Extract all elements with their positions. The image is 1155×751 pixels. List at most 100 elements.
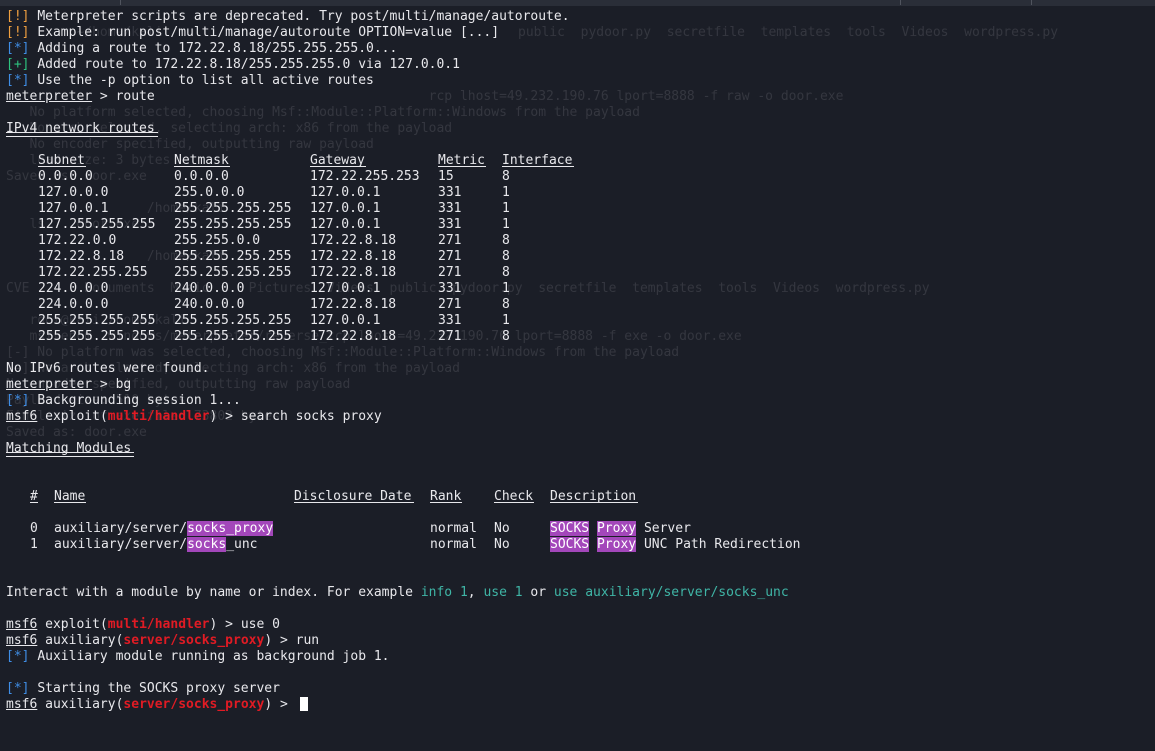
paren: ( [99,617,108,632]
section-title: IPv4 network routes [6,121,1146,137]
table-cell: 127.255.255.255 [38,217,156,232]
hint-command: info 1 [420,585,468,600]
tab-segment[interactable] [901,0,1032,5]
command-line: msf6 exploit(multi/handler) > search soc… [6,409,1146,425]
table-cell: 172.22.255.253 [310,169,420,184]
hint-text: , [467,585,484,600]
table-cell: 271 [438,297,462,312]
table-cell: 8 [502,233,510,248]
description-match: Proxy [596,537,637,552]
table-row: 172.22.255.255 255.255.255.255 172.22.8.18… [6,265,1146,281]
status-text: Auxiliary module running as background j… [37,649,390,664]
status-tag: [!] [6,25,30,40]
status-text: Backgrounding session 1... [37,393,241,408]
table-row: 255.255.255.255 255.255.255.255 172.22.8.1… [6,329,1146,345]
module-number: 0 [30,521,38,536]
table-row: 224.0.0.0 240.0.0.0 172.22.8.18 271 8 [6,297,1146,313]
table-cell: 172.22.8.18 [310,233,397,248]
table-row: 172.22.8.18 255.255.255.255 172.22.8.18 271… [6,249,1146,265]
header-underline [502,166,574,167]
table-cell: 255.255.0.0 [174,233,261,248]
status-text: Use the -p option to list all active rou… [37,73,374,88]
status-line: [*] Backgrounding session 1... [6,393,1146,409]
table-cell: 127.0.0.1 [310,201,381,216]
table-cell: 127.0.0.1 [310,313,381,328]
table-cell: 1 [502,313,510,328]
command-line: meterpreter > bg [6,377,1146,393]
text-cursor[interactable] [299,697,308,711]
description-text: UNC Path Redirection [643,537,801,552]
tab-segment[interactable] [610,0,901,5]
status-tag: [*] [6,73,30,88]
module-name-prefix: auxiliary/server/ [54,521,188,536]
active-prompt-line: msf6 auxiliary(server/socks_proxy) > [6,697,1146,713]
tab-segment[interactable] [0,0,121,5]
table-cell: 331 [438,217,462,232]
module-name-match: socks [187,537,227,552]
header-underline [438,166,486,167]
command-line: msf6 auxiliary(server/socks_proxy) > run [6,633,1146,649]
module-row: 0 auxiliary/server/socks_proxy normal No SOC… [6,521,1146,537]
table-cell: 331 [438,281,462,296]
status-line: [*] Use the -p option to list all active… [6,73,1146,89]
prompt-module: server/socks_proxy [123,633,265,648]
table-row: 0.0.0.0 0.0.0.0 172.22.255.253 15 8 [6,169,1146,185]
table-cell: 127.0.0.1 [310,281,381,296]
table-cell: 255.255.255.255 [174,329,292,344]
table-cell: 1 [502,281,510,296]
table-cell: 331 [438,185,462,200]
table-header: # Name Disclosure Date Rank Check Description [6,489,1146,505]
status-text: Example: run post/multi/manage/autoroute… [37,25,500,40]
table-cell: 15 [438,169,454,184]
table-cell: 255.255.255.255 [174,313,292,328]
module-name: auxiliary/server/socks_proxy [54,521,274,537]
command-text: bg [115,377,132,392]
table-cell: 1 [502,217,510,232]
msf-prompt: msf6 [6,633,38,648]
module-check: No [494,537,510,552]
window-top-strip [0,0,1155,6]
table-cell: 127.0.0.1 [310,217,381,232]
description-text: Server [643,521,691,536]
table-cell: 255.0.0.0 [174,185,245,200]
status-tag: [!] [6,9,30,24]
table-cell: 1 [502,201,510,216]
status-line: [!] Meterpreter scripts are deprecated. … [6,9,1146,25]
table-cell: 127.0.0.1 [38,201,109,216]
status-line: [!] Example: run post/multi/manage/autor… [6,25,1146,41]
prompt-module: multi/handler [107,617,210,632]
paren: ) [264,697,273,712]
status-text: Adding a route to 172.22.8.18/255.255.25… [37,41,398,56]
hint-text: or [522,585,554,600]
command-text: use 0 [240,617,280,632]
section-title: Matching Modules [6,441,1146,457]
status-line: [*] Auxiliary module running as backgrou… [6,649,1146,665]
table-row: 127.255.255.255 255.255.255.255 127.0.0.1 3… [6,217,1146,233]
hint-line: Interact with a module by name or index.… [6,585,1146,601]
table-cell: 224.0.0.0 [38,281,109,296]
table-cell: 271 [438,249,462,264]
table-cell: 0.0.0.0 [38,169,93,184]
table-cell: 172.22.8.18 [310,329,397,344]
table-row: 172.22.0.0 255.255.0.0 172.22.8.18 271 8 [6,233,1146,249]
description-match: Proxy [596,521,637,536]
prompt-separator: > [92,89,116,104]
command-line: msf6 exploit(multi/handler) > use 0 [6,617,1146,633]
status-tag: [*] [6,681,30,696]
terminal-output[interactable]: [!] Meterpreter scripts are deprecated. … [6,9,1146,713]
table-cell: 255.255.255.255 [38,313,156,328]
status-text: Meterpreter scripts are deprecated. Try … [37,9,570,24]
prompt-context: auxiliary [45,633,116,648]
prompt-separator: > [272,633,296,648]
